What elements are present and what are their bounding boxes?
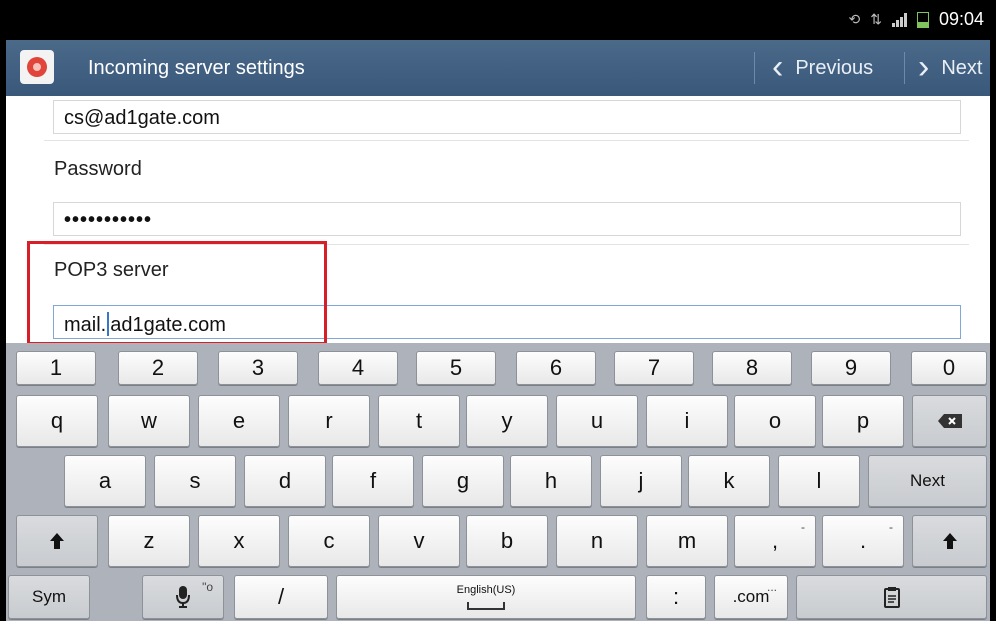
key-comma-hint: - bbox=[801, 520, 805, 534]
key-1[interactable]: 1 bbox=[16, 351, 96, 385]
key-t[interactable]: t bbox=[378, 395, 460, 447]
chevron-right-icon: › bbox=[918, 47, 930, 86]
key-colon[interactable]: : bbox=[646, 575, 706, 619]
shift-key-left[interactable] bbox=[16, 515, 98, 567]
key-g[interactable]: g bbox=[422, 455, 504, 507]
previous-label: Previous bbox=[795, 56, 874, 79]
nav-divider bbox=[754, 52, 755, 84]
key-5[interactable]: 5 bbox=[416, 351, 496, 385]
status-icons: ⟲ ⇅ 09:04 bbox=[848, 9, 984, 30]
status-bar: ⟲ ⇅ 09:04 bbox=[6, 0, 990, 40]
key-u[interactable]: u bbox=[556, 395, 638, 447]
key-3[interactable]: 3 bbox=[218, 351, 298, 385]
dotcom-key[interactable]: .com ... bbox=[714, 575, 788, 619]
key-f[interactable]: f bbox=[332, 455, 414, 507]
key-r[interactable]: r bbox=[288, 395, 370, 447]
settings-form: cs@ad1gate.com Password ••••••••••• POP3… bbox=[6, 96, 990, 352]
key-n[interactable]: n bbox=[556, 515, 638, 567]
key-o[interactable]: o bbox=[734, 395, 816, 447]
key-m[interactable]: m bbox=[646, 515, 728, 567]
voice-key-hint: "o bbox=[202, 580, 213, 594]
screen: ⟲ ⇅ 09:04 Incoming server settings ‹ Pre… bbox=[6, 0, 990, 621]
key-w[interactable]: w bbox=[108, 395, 190, 447]
key-period[interactable]: . - bbox=[822, 515, 904, 567]
next-header-button[interactable]: › Next bbox=[918, 40, 982, 96]
data-transfer-icon: ⇅ bbox=[870, 11, 882, 27]
key-period-hint: - bbox=[889, 520, 893, 534]
on-screen-keyboard: 1 2 3 4 5 6 7 8 9 0 q w e r t y u i o p … bbox=[6, 343, 990, 621]
shift-icon bbox=[50, 533, 64, 549]
email-app-icon bbox=[20, 50, 54, 84]
nav-divider bbox=[904, 52, 905, 84]
key-h[interactable]: h bbox=[510, 455, 592, 507]
key-e[interactable]: e bbox=[198, 395, 280, 447]
key-c[interactable]: c bbox=[288, 515, 370, 567]
clipboard-icon bbox=[883, 587, 900, 608]
key-y[interactable]: y bbox=[466, 395, 548, 447]
key-slash[interactable]: / bbox=[234, 575, 328, 619]
dotcom-hint: ... bbox=[766, 580, 777, 594]
sync-icon: ⟲ bbox=[848, 11, 861, 27]
status-time: 09:04 bbox=[938, 9, 984, 29]
space-bar-icon bbox=[467, 602, 505, 610]
key-2[interactable]: 2 bbox=[118, 351, 198, 385]
action-bar: Incoming server settings ‹ Previous › Ne… bbox=[6, 40, 990, 96]
voice-input-key[interactable]: "o bbox=[142, 575, 224, 619]
signal-icon bbox=[891, 12, 907, 27]
key-z[interactable]: z bbox=[108, 515, 190, 567]
shift-icon bbox=[942, 533, 957, 549]
backspace-icon bbox=[937, 414, 962, 428]
space-language-label: English(US) bbox=[456, 584, 516, 596]
key-6[interactable]: 6 bbox=[516, 351, 596, 385]
key-p[interactable]: p bbox=[822, 395, 904, 447]
key-4[interactable]: 4 bbox=[318, 351, 398, 385]
sym-key[interactable]: Sym bbox=[8, 575, 90, 619]
key-s[interactable]: s bbox=[154, 455, 236, 507]
shift-key-right[interactable] bbox=[912, 515, 987, 567]
previous-button[interactable]: ‹ Previous bbox=[772, 40, 873, 96]
next-label: Next bbox=[941, 56, 983, 79]
backspace-key[interactable] bbox=[912, 395, 987, 447]
highlight-box bbox=[27, 241, 327, 345]
divider bbox=[44, 140, 969, 141]
password-label: Password bbox=[54, 158, 142, 180]
key-0[interactable]: 0 bbox=[911, 351, 987, 385]
key-8[interactable]: 8 bbox=[712, 351, 792, 385]
microphone-icon bbox=[176, 586, 190, 608]
key-d[interactable]: d bbox=[244, 455, 326, 507]
battery-icon bbox=[916, 11, 929, 28]
key-comma[interactable]: , - bbox=[734, 515, 816, 567]
key-q[interactable]: q bbox=[16, 395, 98, 447]
key-comma-label: , bbox=[771, 528, 779, 553]
clipboard-key[interactable] bbox=[796, 575, 987, 619]
key-9[interactable]: 9 bbox=[811, 351, 891, 385]
username-field[interactable]: cs@ad1gate.com bbox=[53, 100, 961, 134]
key-j[interactable]: j bbox=[600, 455, 682, 507]
space-key[interactable]: English(US) bbox=[336, 575, 636, 619]
chevron-left-icon: ‹ bbox=[772, 47, 784, 86]
key-b[interactable]: b bbox=[466, 515, 548, 567]
key-7[interactable]: 7 bbox=[614, 351, 694, 385]
key-l[interactable]: l bbox=[778, 455, 860, 507]
key-k[interactable]: k bbox=[688, 455, 770, 507]
dotcom-label: .com bbox=[732, 587, 770, 606]
next-key[interactable]: Next bbox=[868, 455, 987, 507]
key-v[interactable]: v bbox=[378, 515, 460, 567]
key-i[interactable]: i bbox=[646, 395, 728, 447]
page-title: Incoming server settings bbox=[88, 57, 305, 79]
password-field[interactable]: ••••••••••• bbox=[53, 202, 961, 236]
key-x[interactable]: x bbox=[198, 515, 280, 567]
key-a[interactable]: a bbox=[64, 455, 146, 507]
key-period-label: . bbox=[859, 528, 867, 553]
